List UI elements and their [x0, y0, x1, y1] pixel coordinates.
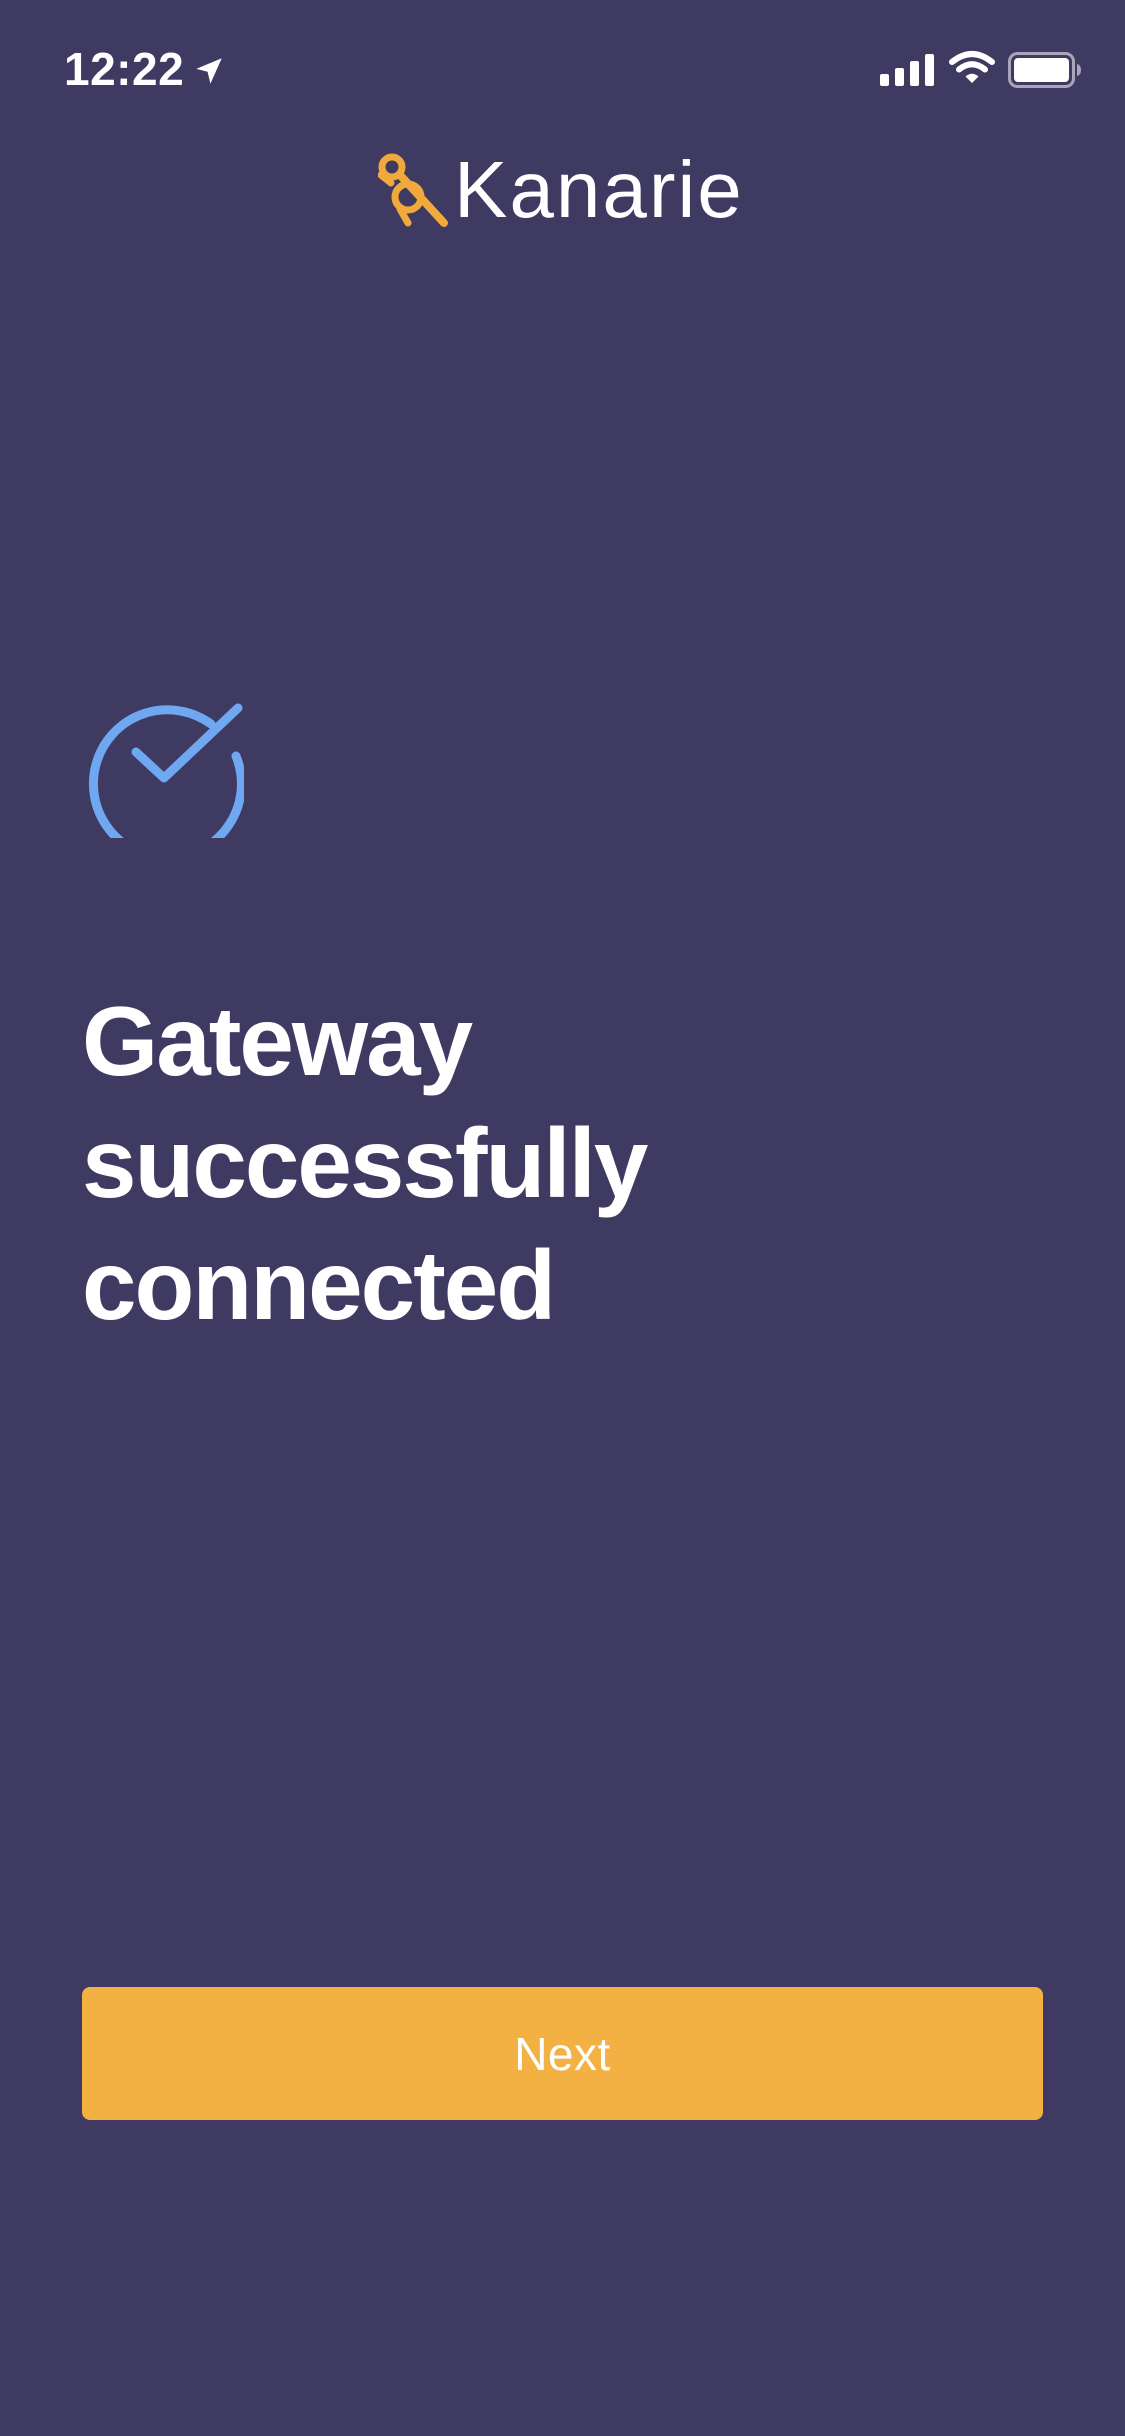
wifi-icon [949, 51, 995, 83]
cellular-signal-icon [880, 54, 934, 86]
battery-icon [1008, 52, 1081, 88]
headline-line: connected [82, 1230, 556, 1340]
headline-line: successfully [82, 1108, 648, 1218]
kanarie-logo: Kanarie [378, 150, 744, 230]
logo-text: Kanarie [454, 145, 744, 234]
canary-bird-icon [378, 153, 448, 227]
location-arrow-icon [196, 58, 222, 84]
next-button[interactable]: Next [82, 1987, 1043, 2120]
status-time: 12:22 [64, 43, 185, 95]
status-bar: 12:22 [0, 0, 1125, 135]
headline-line: Gateway [82, 986, 473, 1096]
check-circle-icon [88, 703, 244, 838]
success-headline: Gateway successfully connected [82, 980, 1042, 1346]
